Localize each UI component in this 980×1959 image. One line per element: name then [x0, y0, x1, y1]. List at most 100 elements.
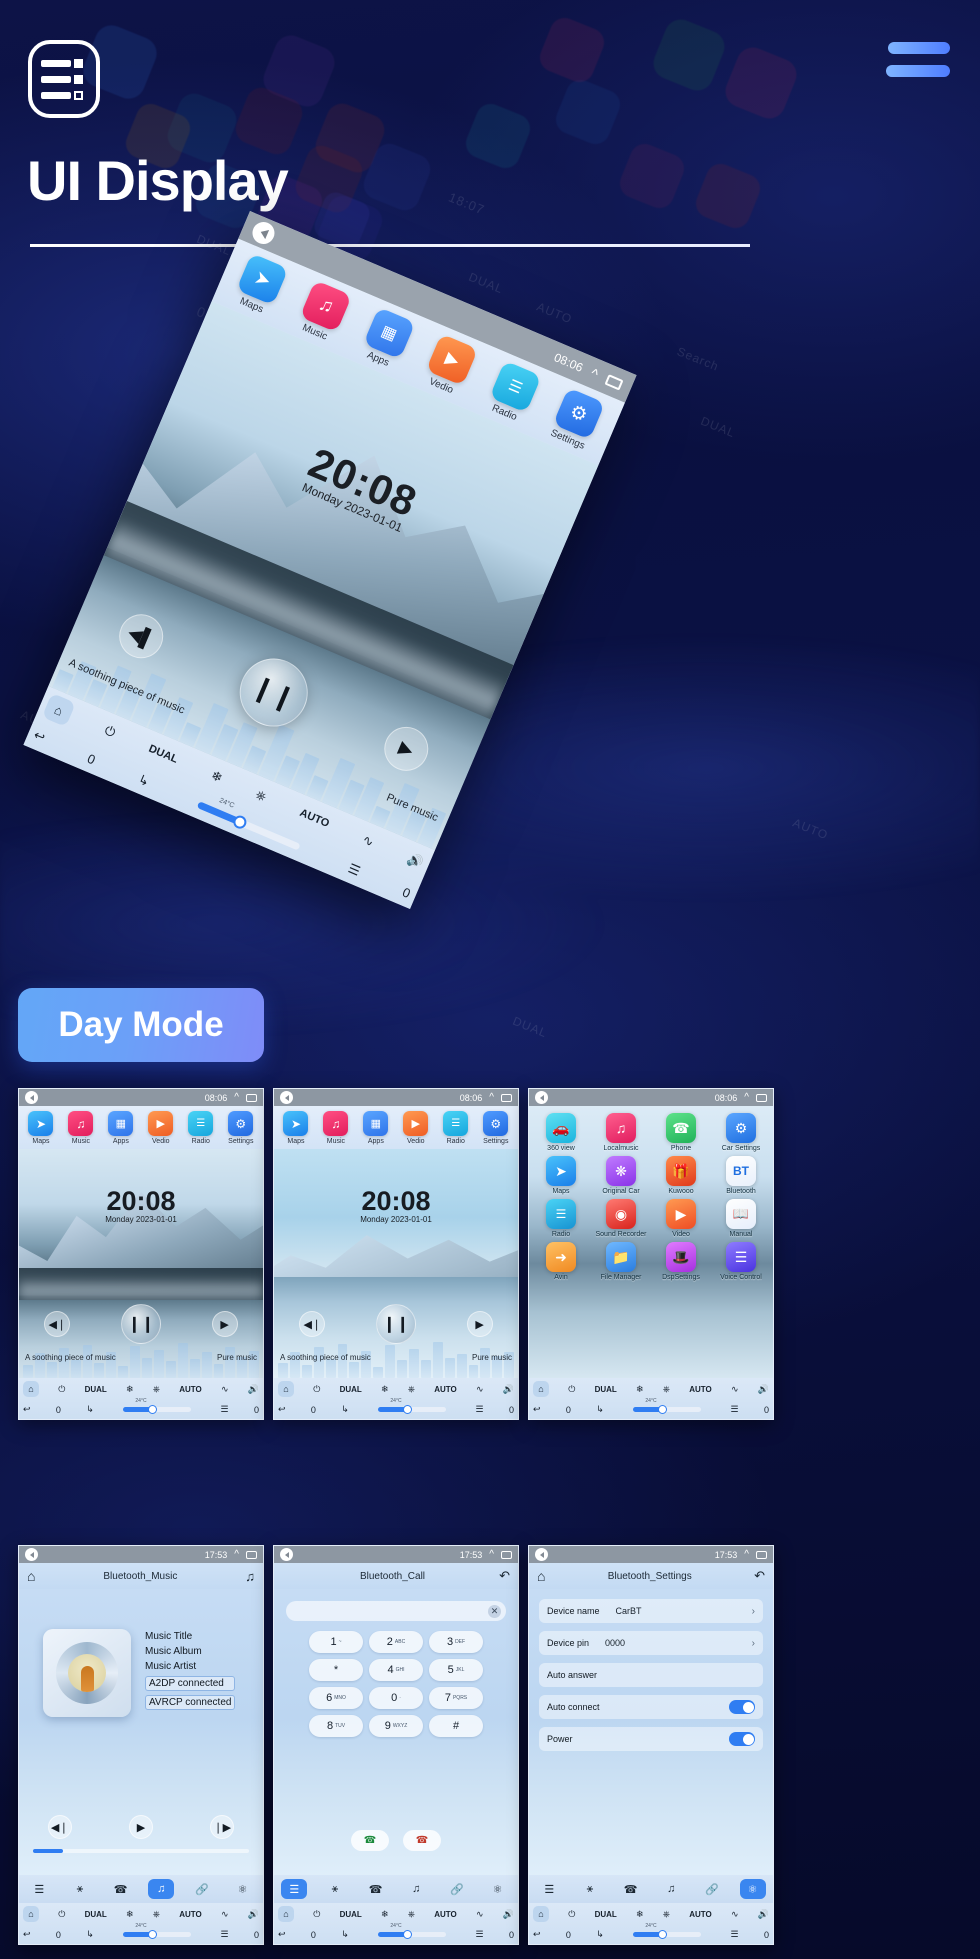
prev-icon[interactable]: ◀❘: [299, 1311, 326, 1337]
dial-key-hash[interactable]: #: [429, 1715, 483, 1737]
fan-slider[interactable]: [378, 1405, 447, 1414]
back-arrow-icon[interactable]: ↩: [533, 1404, 541, 1415]
dial-input[interactable]: ✕: [286, 1601, 506, 1621]
prev-icon[interactable]: ◀▌: [112, 607, 171, 666]
recents-icon[interactable]: [501, 1093, 512, 1102]
dial-key-5[interactable]: 5 JKL: [429, 1659, 483, 1681]
recents-icon[interactable]: [604, 373, 624, 391]
tab-phone[interactable]: ☎: [108, 1879, 134, 1899]
back-icon[interactable]: [535, 1091, 548, 1104]
tab-link[interactable]: 🔗: [444, 1879, 470, 1899]
play-icon[interactable]: ▶: [128, 1815, 153, 1839]
clear-icon[interactable]: ✕: [488, 1604, 501, 1618]
back-icon[interactable]: [535, 1548, 548, 1561]
fan-icon[interactable]: ∿: [476, 1909, 484, 1920]
auto-label[interactable]: AUTO: [689, 1385, 712, 1394]
call-icon[interactable]: ☎: [351, 1830, 389, 1851]
home-icon[interactable]: ⌂: [23, 1906, 39, 1922]
seat-heat-icon[interactable]: ☰: [346, 860, 363, 879]
fan-icon[interactable]: ∿: [476, 1384, 484, 1395]
back-icon[interactable]: [25, 1091, 38, 1104]
home-icon[interactable]: ⌂: [533, 1906, 549, 1922]
power-toggle[interactable]: [729, 1732, 755, 1746]
next-icon[interactable]: ▶: [466, 1311, 493, 1337]
setting-device-pin[interactable]: Device pin 0000 ›: [539, 1631, 763, 1655]
fan-slider[interactable]: [633, 1930, 702, 1939]
recents-icon[interactable]: [246, 1550, 257, 1559]
tab-contacts[interactable]: ⚹: [67, 1879, 93, 1899]
pause-icon[interactable]: ❙❙: [375, 1304, 416, 1344]
grid-app-localmusic[interactable]: ♫ Localmusic: [591, 1113, 651, 1152]
snowflake-icon[interactable]: ❄: [126, 1384, 134, 1395]
tab-settings[interactable]: ⚛: [230, 1879, 256, 1899]
dial-key-8[interactable]: 8 TUV: [309, 1715, 363, 1737]
seat-icon[interactable]: ↳: [596, 1929, 604, 1940]
seat-icon[interactable]: ↳: [86, 1929, 94, 1940]
thumb-app-drawer[interactable]: 08:06 ^ 🚗 360 view ♫ Localmusic ☎ Phone ⚙ Ca…: [528, 1088, 774, 1420]
dual-label[interactable]: DUAL: [595, 1385, 617, 1394]
snowflake-icon[interactable]: ❄: [636, 1909, 644, 1920]
back-icon[interactable]: [249, 218, 278, 248]
hamburger-menu[interactable]: [886, 42, 950, 77]
grid-app-video[interactable]: ▶ Video: [651, 1199, 711, 1238]
grid-app-voice-control[interactable]: ☰ Voice Control: [711, 1242, 771, 1281]
setting-device-name[interactable]: Device name CarBT ›: [539, 1599, 763, 1623]
grid-app-bluetooth[interactable]: BT Bluetooth: [711, 1156, 771, 1195]
recents-icon[interactable]: [756, 1093, 767, 1102]
dual-label[interactable]: DUAL: [85, 1385, 107, 1394]
app-apps[interactable]: ▦ Apps: [108, 1111, 134, 1145]
tab-music[interactable]: ♫: [403, 1879, 429, 1899]
back-arrow-icon[interactable]: ↩: [23, 1404, 31, 1415]
seat-heat-icon[interactable]: ☰: [221, 1404, 229, 1415]
recents-icon[interactable]: [246, 1093, 257, 1102]
grid-app-original-car[interactable]: ❋ Original Car: [591, 1156, 651, 1195]
home-icon[interactable]: ⌂: [41, 692, 76, 728]
fan-icon[interactable]: ∿: [221, 1909, 229, 1920]
tab-settings[interactable]: ⚛: [485, 1879, 511, 1899]
fan-icon[interactable]: ∿: [731, 1909, 739, 1920]
prev-icon[interactable]: ◀❘: [44, 1311, 71, 1337]
recents-icon[interactable]: [501, 1550, 512, 1559]
snowflake-icon[interactable]: ❄: [126, 1909, 134, 1920]
snowflake-icon[interactable]: ❄: [381, 1909, 389, 1920]
setting-power[interactable]: Power: [539, 1727, 763, 1751]
dual-label[interactable]: DUAL: [340, 1910, 362, 1919]
chevron-up-icon[interactable]: ^: [744, 1549, 749, 1560]
tab-music[interactable]: ♫: [658, 1879, 684, 1899]
seat-icon[interactable]: ↳: [86, 1404, 94, 1415]
grid-app-maps[interactable]: ➤ Maps: [531, 1156, 591, 1195]
defrost-icon[interactable]: ⎈: [663, 1909, 670, 1920]
back-arrow-icon[interactable]: ↩: [23, 1929, 31, 1940]
hangup-icon[interactable]: ☎: [403, 1830, 441, 1851]
dial-key-9[interactable]: 9 WXYZ: [369, 1715, 423, 1737]
app-maps[interactable]: ➤ Maps: [28, 1111, 54, 1145]
volume-icon[interactable]: 🔊: [758, 1909, 769, 1920]
snowflake-icon[interactable]: ❄: [636, 1384, 644, 1395]
grid-app-radio[interactable]: ☰ Radio: [531, 1199, 591, 1238]
recents-icon[interactable]: [756, 1550, 767, 1559]
fan-icon[interactable]: ∿: [221, 1384, 229, 1395]
volume-icon[interactable]: 🔊: [503, 1384, 514, 1395]
seat-icon[interactable]: ↳: [341, 1929, 349, 1940]
volume-icon[interactable]: 🔊: [758, 1384, 769, 1395]
chevron-right-icon[interactable]: ›: [752, 1638, 755, 1649]
dual-label[interactable]: DUAL: [85, 1910, 107, 1919]
back-icon[interactable]: [25, 1548, 38, 1561]
setting-auto-connect[interactable]: Auto connect: [539, 1695, 763, 1719]
grid-app-kuwoo[interactable]: 🎁 Kuwooo: [651, 1156, 711, 1195]
grid-app-dspsettings[interactable]: 🎩 DspSettings: [651, 1242, 711, 1281]
grid-app-file-manager[interactable]: 📁 File Manager: [591, 1242, 651, 1281]
setting-auto-answer[interactable]: Auto answer: [539, 1663, 763, 1687]
chevron-up-icon[interactable]: ^: [744, 1092, 749, 1103]
app-settings[interactable]: ⚙ Settings: [483, 1111, 508, 1145]
dial-key-7[interactable]: 7 PQRS: [429, 1687, 483, 1709]
power-icon[interactable]: ⏻: [102, 722, 117, 741]
seat-icon[interactable]: ↳: [341, 1404, 349, 1415]
volume-icon[interactable]: 🔊: [248, 1909, 259, 1920]
grid-app-phone[interactable]: ☎ Phone: [651, 1113, 711, 1152]
fan-slider[interactable]: [123, 1930, 192, 1939]
next-icon[interactable]: ▶: [211, 1311, 238, 1337]
seat-heat-icon[interactable]: ☰: [731, 1404, 739, 1415]
seat-heat-icon[interactable]: ☰: [476, 1404, 484, 1415]
chevron-up-icon[interactable]: ^: [489, 1092, 494, 1103]
